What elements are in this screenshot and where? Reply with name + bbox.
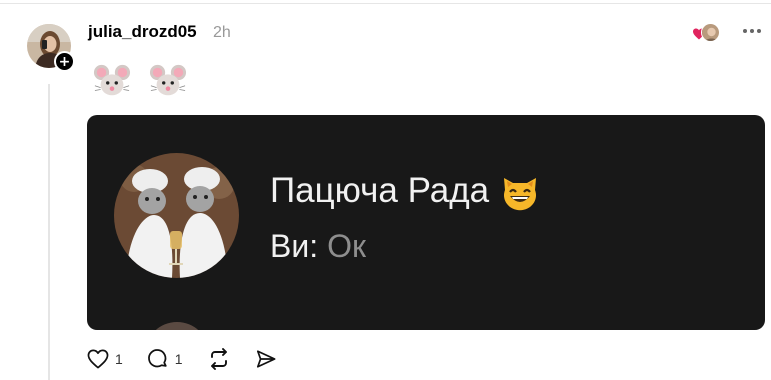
shared-chat-card[interactable]: Пацюча Рада Ви: Ок: [87, 115, 765, 330]
post-username[interactable]: julia_drozd05: [88, 22, 197, 42]
repost-icon: [210, 348, 227, 370]
post-actions: 1 1: [87, 346, 301, 372]
post-timestamp[interactable]: 2h: [213, 24, 231, 42]
follow-plus-icon[interactable]: +: [54, 51, 75, 72]
more-dot: [750, 29, 754, 33]
reactions-preview[interactable]: [692, 22, 722, 44]
author-avatar-container[interactable]: +: [27, 24, 75, 72]
mouse-face-emoji: [149, 64, 187, 96]
chat-title: Пацюча Рада: [270, 170, 541, 212]
comment-icon: [147, 349, 167, 368]
chat-title-text: Пацюча Рада: [270, 171, 490, 210]
last-message-sender: Ви:: [270, 228, 319, 264]
more-dot: [757, 29, 761, 33]
heart-icon: [87, 349, 109, 369]
thread-line: [48, 84, 50, 380]
like-button[interactable]: 1: [87, 349, 123, 369]
chat-last-message: Ви: Ок: [270, 228, 366, 265]
send-icon: [256, 350, 276, 368]
like-count: 1: [115, 351, 123, 367]
reactor-avatar: [701, 23, 720, 42]
reply-button[interactable]: 1: [147, 348, 183, 370]
more-options-icon[interactable]: [738, 20, 766, 42]
more-dot: [743, 29, 747, 33]
next-item-avatar-peek: [145, 322, 209, 330]
top-divider: [0, 0, 771, 4]
grinning-cat-emoji: [504, 178, 537, 211]
reply-count: 1: [174, 351, 183, 367]
group-chat-avatar: [114, 153, 239, 278]
post-text: [93, 62, 187, 102]
share-button[interactable]: [255, 349, 277, 369]
last-message-text: Ок: [327, 228, 366, 264]
mouse-face-emoji: [93, 64, 131, 96]
repost-button[interactable]: [207, 348, 231, 370]
